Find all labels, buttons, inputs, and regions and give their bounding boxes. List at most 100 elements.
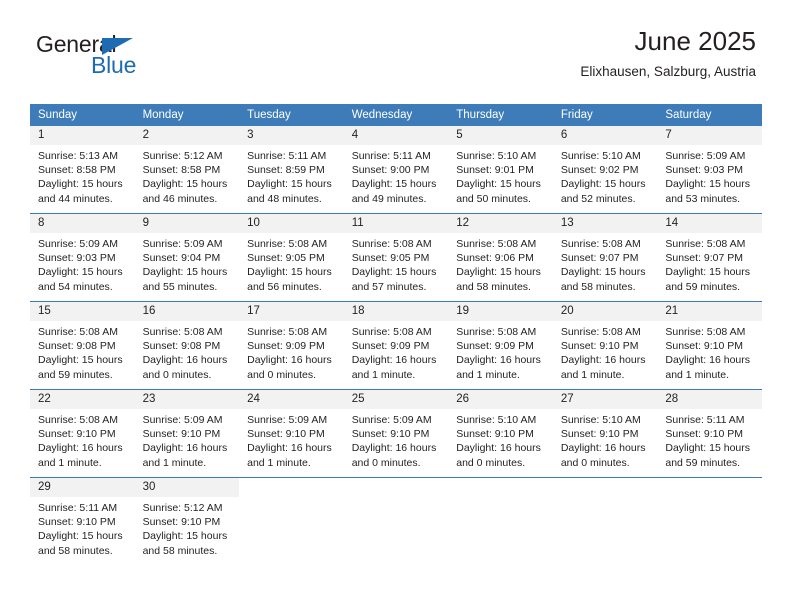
daylight-duration-line1: Daylight: 15 hours (665, 442, 751, 455)
calendar-day-cell[interactable]: 12 Sunrise: 5:08 AM Sunset: 9:06 PM Dayligh… (448, 214, 553, 301)
calendar-day-cell[interactable]: 9 Sunrise: 5:09 AM Sunset: 9:04 PM Daylight… (134, 214, 240, 301)
day-number: 19 (448, 302, 553, 321)
daylight-duration-line1: Daylight: 15 hours (560, 266, 646, 279)
calendar-day-cell[interactable]: 2 Sunrise: 5:12 AM Sunset: 8:58 PM Daylight… (134, 126, 240, 213)
calendar-day-cell[interactable]: 7 Sunrise: 5:09 AM Sunset: 9:03 PM Daylight… (657, 126, 762, 213)
calendar-day-cell[interactable]: 3 Sunrise: 5:11 AM Sunset: 8:59 PM Daylight… (239, 126, 344, 213)
day-number: 25 (343, 390, 449, 409)
day-number (552, 478, 658, 497)
sunrise-time: Sunrise: 5:08 AM (456, 326, 537, 338)
day-details: Sunrise: 5:08 AM Sunset: 9:07 PM Daylight:… (657, 233, 762, 294)
calendar-day-cell[interactable]: 30 Sunrise: 5:12 AM Sunset: 9:10 PM Dayligh… (134, 478, 240, 565)
daylight-duration-line2: and 0 minutes. (142, 368, 212, 381)
calendar-day-cell[interactable]: 15 Sunrise: 5:08 AM Sunset: 9:08 PM Dayligh… (30, 302, 135, 389)
sunrise-time: Sunrise: 5:10 AM (456, 414, 537, 426)
calendar-day-cell[interactable]: 16 Sunrise: 5:08 AM Sunset: 9:08 PM Dayligh… (134, 302, 240, 389)
sunrise-time: Sunrise: 5:08 AM (38, 326, 118, 338)
calendar-day-cell[interactable]: 14 Sunrise: 5:08 AM Sunset: 9:07 PM Dayligh… (657, 214, 762, 301)
daylight-duration-line2: and 49 minutes. (351, 192, 427, 205)
sunrise-time: Sunrise: 5:08 AM (247, 238, 328, 250)
sunset-time: Sunset: 9:03 PM (38, 252, 116, 265)
calendar-day-cell[interactable]: 25 Sunrise: 5:09 AM Sunset: 9:10 PM Dayligh… (343, 390, 449, 477)
calendar-day-cell[interactable]: 21 Sunrise: 5:08 AM Sunset: 9:10 PM Dayligh… (657, 302, 762, 389)
calendar-day-cell-empty (343, 478, 449, 565)
sunset-time: Sunset: 9:07 PM (560, 252, 639, 265)
day-number (448, 478, 553, 497)
sunrise-time: Sunrise: 5:09 AM (351, 414, 432, 426)
calendar-day-cell[interactable]: 22 Sunrise: 5:08 AM Sunset: 9:10 PM Dayligh… (30, 390, 135, 477)
sunset-time: Sunset: 9:10 PM (38, 516, 116, 529)
sunrise-time: Sunrise: 5:08 AM (456, 238, 537, 250)
day-details: Sunrise: 5:08 AM Sunset: 9:09 PM Daylight:… (344, 321, 449, 382)
calendar-day-cell[interactable]: 4 Sunrise: 5:11 AM Sunset: 9:00 PM Daylight… (343, 126, 449, 213)
day-number: 17 (239, 302, 344, 321)
day-number: 10 (239, 214, 344, 233)
calendar-day-cell[interactable]: 1 Sunrise: 5:13 AM Sunset: 8:58 PM Daylight… (30, 126, 135, 213)
daylight-duration-line1: Daylight: 15 hours (142, 530, 228, 543)
day-details: Sunrise: 5:10 AM Sunset: 9:01 PM Daylight:… (448, 145, 553, 206)
daylight-duration-line1: Daylight: 15 hours (456, 178, 541, 191)
calendar-week-row: 29 Sunrise: 5:11 AM Sunset: 9:10 PM Dayligh… (30, 477, 762, 565)
day-details: Sunrise: 5:12 AM Sunset: 8:58 PM Daylight:… (135, 145, 240, 206)
daylight-duration-line2: and 1 minute. (351, 368, 416, 381)
daylight-duration-line2: and 44 minutes. (38, 192, 113, 205)
calendar-day-cell[interactable]: 26 Sunrise: 5:10 AM Sunset: 9:10 PM Dayligh… (448, 390, 553, 477)
daylight-duration-line2: and 52 minutes. (560, 192, 636, 205)
day-number: 6 (552, 126, 658, 145)
calendar-day-cell[interactable]: 27 Sunrise: 5:10 AM Sunset: 9:10 PM Dayligh… (552, 390, 658, 477)
day-number: 14 (657, 214, 762, 233)
sunrise-time: Sunrise: 5:09 AM (665, 150, 746, 162)
daylight-duration-line2: and 58 minutes. (142, 544, 218, 557)
day-number: 9 (134, 214, 240, 233)
sunrise-time: Sunrise: 5:09 AM (142, 238, 223, 250)
sunset-time: Sunset: 9:10 PM (560, 428, 639, 441)
day-number: 22 (30, 390, 135, 409)
daylight-duration-line1: Daylight: 16 hours (142, 442, 228, 455)
calendar-day-cell[interactable]: 19 Sunrise: 5:08 AM Sunset: 9:09 PM Dayligh… (448, 302, 553, 389)
calendar-day-cell[interactable]: 8 Sunrise: 5:09 AM Sunset: 9:03 PM Daylight… (30, 214, 135, 301)
sunrise-time: Sunrise: 5:08 AM (142, 326, 223, 338)
calendar-day-cell[interactable]: 28 Sunrise: 5:11 AM Sunset: 9:10 PM Dayligh… (657, 390, 762, 477)
calendar-week-row: 15 Sunrise: 5:08 AM Sunset: 9:08 PM Dayligh… (30, 301, 762, 390)
day-number: 3 (239, 126, 344, 145)
day-number: 15 (30, 302, 135, 321)
daylight-duration-line1: Daylight: 16 hours (142, 354, 228, 367)
sunset-time: Sunset: 8:58 PM (38, 164, 116, 177)
calendar-day-cell[interactable]: 11 Sunrise: 5:08 AM Sunset: 9:05 PM Dayligh… (343, 214, 449, 301)
calendar-day-cell[interactable]: 17 Sunrise: 5:08 AM Sunset: 9:09 PM Dayligh… (239, 302, 344, 389)
page-title: June 2025 (634, 26, 756, 56)
calendar-day-cell[interactable]: 18 Sunrise: 5:08 AM Sunset: 9:09 PM Dayligh… (343, 302, 449, 389)
sunrise-time: Sunrise: 5:08 AM (247, 326, 328, 338)
day-number: 20 (552, 302, 658, 321)
daylight-duration-line2: and 58 minutes. (560, 280, 636, 293)
day-number: 21 (657, 302, 762, 321)
daylight-duration-line2: and 0 minutes. (456, 456, 526, 469)
calendar-day-cell[interactable]: 13 Sunrise: 5:08 AM Sunset: 9:07 PM Dayligh… (552, 214, 658, 301)
daylight-duration-line2: and 59 minutes. (665, 280, 741, 293)
weekday-header-friday: Friday (552, 104, 658, 126)
sunrise-time: Sunrise: 5:13 AM (38, 150, 118, 162)
calendar-day-cell[interactable]: 23 Sunrise: 5:09 AM Sunset: 9:10 PM Dayligh… (134, 390, 240, 477)
day-details: Sunrise: 5:09 AM Sunset: 9:10 PM Daylight:… (239, 409, 344, 470)
calendar-day-cell[interactable]: 6 Sunrise: 5:10 AM Sunset: 9:02 PM Daylight… (552, 126, 658, 213)
daylight-duration-line1: Daylight: 15 hours (247, 178, 332, 191)
calendar-day-cell[interactable]: 29 Sunrise: 5:11 AM Sunset: 9:10 PM Dayligh… (30, 478, 135, 565)
sunset-time: Sunset: 9:05 PM (351, 252, 430, 265)
calendar-week-row: 1 Sunrise: 5:13 AM Sunset: 8:58 PM Daylight… (30, 126, 762, 214)
day-number (343, 478, 449, 497)
general-blue-logo[interactable]: General Blue (36, 31, 246, 81)
day-number: 11 (343, 214, 449, 233)
calendar-day-cell[interactable]: 24 Sunrise: 5:09 AM Sunset: 9:10 PM Dayligh… (239, 390, 344, 477)
day-details: Sunrise: 5:08 AM Sunset: 9:08 PM Daylight:… (135, 321, 240, 382)
calendar-header-row: Sunday Monday Tuesday Wednesday Thursday Frid… (30, 104, 762, 126)
calendar-day-cell[interactable]: 5 Sunrise: 5:10 AM Sunset: 9:01 PM Daylight… (448, 126, 553, 213)
daylight-duration-line1: Daylight: 15 hours (351, 266, 437, 279)
day-details: Sunrise: 5:11 AM Sunset: 9:10 PM Daylight:… (657, 409, 762, 470)
title-block: June 2025 Elixhausen, Salzburg, Austria (580, 26, 756, 82)
weekday-header-wednesday: Wednesday (343, 104, 449, 126)
daylight-duration-line2: and 0 minutes. (247, 368, 317, 381)
calendar-day-cell[interactable]: 20 Sunrise: 5:08 AM Sunset: 9:10 PM Dayligh… (552, 302, 658, 389)
daylight-duration-line2: and 0 minutes. (351, 456, 421, 469)
day-details: Sunrise: 5:08 AM Sunset: 9:05 PM Daylight:… (239, 233, 344, 294)
calendar-day-cell[interactable]: 10 Sunrise: 5:08 AM Sunset: 9:05 PM Dayligh… (239, 214, 344, 301)
